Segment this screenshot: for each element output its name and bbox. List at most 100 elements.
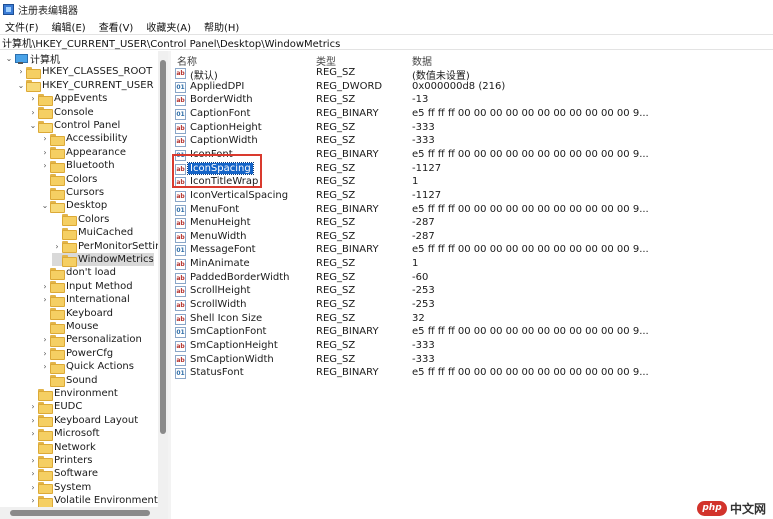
collapse-chevron-icon[interactable]: ⌄ <box>40 201 50 210</box>
expand-chevron-icon[interactable]: › <box>28 402 38 411</box>
collapse-chevron-icon[interactable]: ⌄ <box>4 54 14 63</box>
collapse-chevron-icon[interactable]: ⌄ <box>28 121 38 130</box>
value-name[interactable]: IconTitleWrap <box>188 176 260 187</box>
value-name[interactable]: MenuWidth <box>188 231 249 242</box>
expand-chevron-icon[interactable]: › <box>28 108 38 117</box>
value-name[interactable]: CaptionHeight <box>188 122 264 133</box>
menu-view[interactable]: 查看(V) <box>99 19 134 34</box>
value-row[interactable]: 01 MenuFont REG_BINARY e5 ff ff ff 00 00 00… <box>171 204 773 217</box>
expand-chevron-icon[interactable]: › <box>28 483 38 492</box>
expand-chevron-icon[interactable]: › <box>40 295 50 304</box>
value-row[interactable]: ab MinAnimate REG_SZ 1 <box>171 258 773 271</box>
value-row[interactable]: ab MenuWidth REG_SZ -287 <box>171 231 773 244</box>
tree-node[interactable]: › System <box>28 481 91 495</box>
tree-node[interactable]: › Keyboard Layout <box>28 414 138 428</box>
tree-node[interactable]: › HKEY_CLASSES_ROOT <box>16 65 152 79</box>
value-name[interactable]: AppliedDPI <box>188 81 246 92</box>
value-name[interactable]: MinAnimate <box>188 258 252 269</box>
value-row[interactable]: ab PaddedBorderWidth REG_SZ -60 <box>171 272 773 285</box>
tree-node[interactable]: › Personalization <box>40 333 142 347</box>
tree-node[interactable]: ⌄ 计算机 <box>4 52 60 66</box>
tree-node[interactable]: › Console <box>28 106 94 120</box>
menu-edit[interactable]: 编辑(E) <box>52 19 86 34</box>
value-name[interactable]: SmCaptionHeight <box>188 340 280 351</box>
value-row[interactable]: 01 CaptionFont REG_BINARY e5 ff ff ff 00 00… <box>171 108 773 121</box>
expand-chevron-icon[interactable]: › <box>28 469 38 478</box>
value-row[interactable]: ab IconTitleWrap REG_SZ 1 <box>171 176 773 189</box>
expand-chevron-icon[interactable]: › <box>28 496 38 505</box>
expand-chevron-icon[interactable]: › <box>40 335 50 344</box>
expand-chevron-icon[interactable]: › <box>28 416 38 425</box>
expand-chevron-icon[interactable]: › <box>40 282 50 291</box>
tree-node[interactable]: › Accessibility <box>40 132 128 146</box>
value-name[interactable]: IconSpacing <box>187 161 254 175</box>
value-name[interactable]: PaddedBorderWidth <box>188 272 291 283</box>
value-name[interactable]: ScrollHeight <box>188 285 252 296</box>
tree-node[interactable]: › Software <box>28 467 98 481</box>
tree-node[interactable]: Cursors <box>40 186 104 200</box>
value-row[interactable]: ab CaptionWidth REG_SZ -333 <box>171 135 773 148</box>
tree-node[interactable]: › Printers <box>28 454 92 468</box>
menu-help[interactable]: 帮助(H) <box>204 19 239 34</box>
tree-node[interactable]: › Microsoft <box>28 427 100 441</box>
value-name[interactable]: CaptionFont <box>188 108 252 119</box>
tree-node[interactable]: Network <box>28 441 96 455</box>
tree-node[interactable]: Colors <box>52 213 109 227</box>
tree-node[interactable]: › EUDC <box>28 400 82 414</box>
tree-node[interactable]: ⌄ Control Panel <box>28 119 120 133</box>
value-row[interactable]: 01 SmCaptionFont REG_BINARY e5 ff ff ff 00 … <box>171 326 773 339</box>
value-name[interactable]: ScrollWidth <box>188 299 248 310</box>
tree-node[interactable]: Mouse <box>40 320 98 334</box>
column-header-name[interactable]: 名称 <box>177 53 197 68</box>
tree-node[interactable]: ⌄ HKEY_CURRENT_USER <box>16 79 154 93</box>
value-row[interactable]: ab MenuHeight REG_SZ -287 <box>171 217 773 230</box>
value-name[interactable]: MenuFont <box>188 204 241 215</box>
tree-node[interactable]: don't load <box>40 266 116 280</box>
tree-node[interactable]: MuiCached <box>52 226 133 240</box>
value-name[interactable]: SmCaptionWidth <box>188 354 276 365</box>
value-row[interactable]: 01 AppliedDPI REG_DWORD 0x000000d8 (216) <box>171 81 773 94</box>
collapse-chevron-icon[interactable]: ⌄ <box>16 81 26 90</box>
tree-node[interactable]: › International <box>40 293 130 307</box>
value-name[interactable]: MenuHeight <box>188 217 253 228</box>
value-row[interactable]: ab ScrollWidth REG_SZ -253 <box>171 299 773 312</box>
tree-node[interactable]: ⌄ Desktop <box>40 199 107 213</box>
value-name[interactable]: MessageFont <box>188 244 258 255</box>
tree-node[interactable]: Colors <box>40 173 97 187</box>
tree-node[interactable]: WindowMetrics <box>52 253 154 267</box>
tree-vertical-scroll-thumb[interactable] <box>160 60 166 434</box>
expand-chevron-icon[interactable]: › <box>52 242 62 251</box>
expand-chevron-icon[interactable]: › <box>28 429 38 438</box>
value-name[interactable]: IconVerticalSpacing <box>188 190 290 201</box>
tree-node[interactable]: › PerMonitorSettin <box>52 240 161 254</box>
column-header-type[interactable]: 类型 <box>316 53 336 68</box>
expand-chevron-icon[interactable]: › <box>16 67 26 76</box>
value-name[interactable]: IconFont <box>188 149 235 160</box>
value-row[interactable]: ab CaptionHeight REG_SZ -333 <box>171 122 773 135</box>
expand-chevron-icon[interactable]: › <box>28 94 38 103</box>
tree-node[interactable]: Environment <box>28 387 118 401</box>
tree-node[interactable]: › PowerCfg <box>40 347 113 361</box>
value-row[interactable]: ab BorderWidth REG_SZ -13 <box>171 94 773 107</box>
value-row[interactable]: 01 MessageFont REG_BINARY e5 ff ff ff 00 00… <box>171 244 773 257</box>
value-row[interactable]: ab IconSpacing REG_SZ -1127 <box>171 161 773 176</box>
value-row[interactable]: 01 StatusFont REG_BINARY e5 ff ff ff 00 00 … <box>171 367 773 380</box>
address-bar[interactable]: 计算机\HKEY_CURRENT_USER\Control Panel\Desk… <box>0 34 773 50</box>
value-name[interactable]: StatusFont <box>188 367 246 378</box>
tree-horizontal-scroll-thumb[interactable] <box>10 510 150 516</box>
tree-node[interactable]: › Input Method <box>40 280 133 294</box>
tree-node[interactable]: › Quick Actions <box>40 360 134 374</box>
expand-chevron-icon[interactable]: › <box>40 362 50 371</box>
expand-chevron-icon[interactable]: › <box>40 134 50 143</box>
value-row[interactable]: ab IconVerticalSpacing REG_SZ -1127 <box>171 190 773 203</box>
value-name[interactable]: CaptionWidth <box>188 135 260 146</box>
address-path[interactable]: 计算机\HKEY_CURRENT_USER\Control Panel\Desk… <box>2 35 340 50</box>
tree-node[interactable]: › AppEvents <box>28 92 107 106</box>
value-name[interactable]: SmCaptionFont <box>188 326 268 337</box>
expand-chevron-icon[interactable]: › <box>40 161 50 170</box>
value-row[interactable]: ab SmCaptionHeight REG_SZ -333 <box>171 340 773 353</box>
value-row[interactable]: ab (默认) REG_SZ (数值未设置) <box>171 67 773 82</box>
menu-file[interactable]: 文件(F) <box>5 19 39 34</box>
expand-chevron-icon[interactable]: › <box>28 456 38 465</box>
expand-chevron-icon[interactable]: › <box>40 148 50 157</box>
